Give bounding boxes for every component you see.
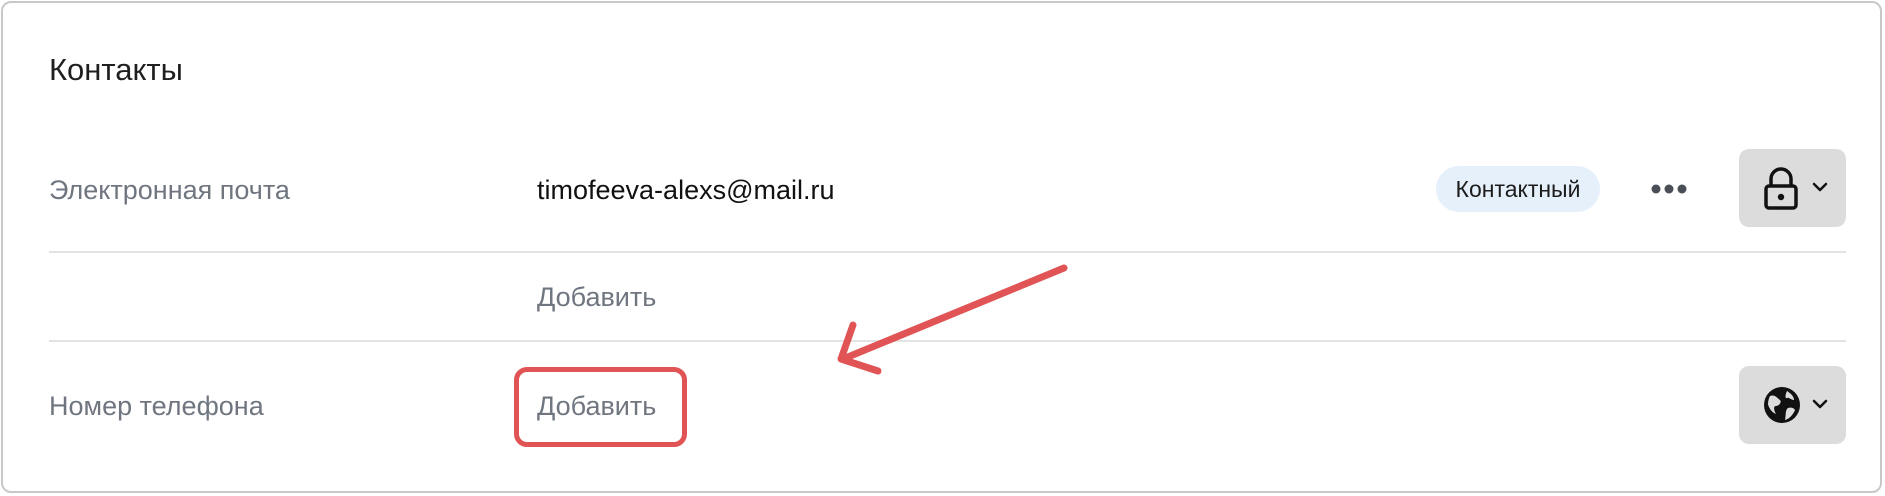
annotation-arrow-icon bbox=[837, 264, 1068, 375]
globe-icon bbox=[1764, 387, 1800, 423]
more-dots-icon bbox=[1651, 184, 1687, 194]
lock-icon bbox=[1764, 167, 1798, 210]
email-label: Электронная почта bbox=[49, 175, 290, 205]
email-value: timofeeva-alexs@mail.ru bbox=[537, 175, 835, 205]
chevron-down-icon bbox=[1812, 182, 1828, 192]
contacts-card: Контакты Электронная почта timofeeva-ale… bbox=[1, 1, 1882, 493]
email-privacy-button[interactable] bbox=[1739, 149, 1846, 227]
phone-privacy-button[interactable] bbox=[1739, 366, 1846, 444]
chevron-down-icon bbox=[1812, 399, 1828, 409]
highlight-box bbox=[514, 367, 687, 447]
add-email-link[interactable]: Добавить bbox=[537, 280, 656, 314]
contact-status-badge: Контактный bbox=[1436, 166, 1600, 212]
more-options-button[interactable] bbox=[1649, 171, 1689, 207]
section-title: Контакты bbox=[49, 52, 183, 87]
phone-label: Номер телефона bbox=[49, 391, 264, 421]
